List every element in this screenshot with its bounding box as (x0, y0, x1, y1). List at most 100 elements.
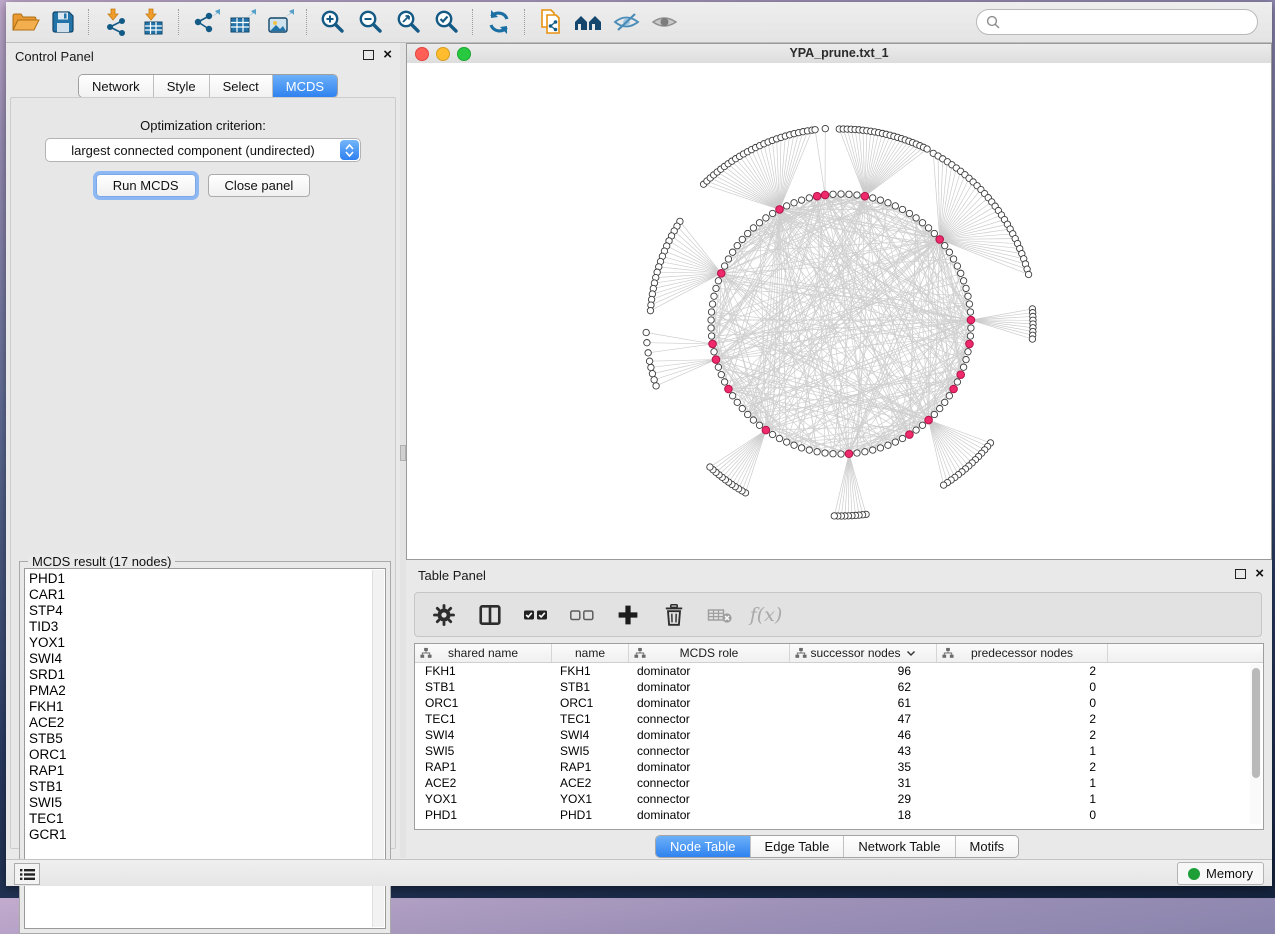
graph-node[interactable] (756, 220, 762, 226)
graph-node[interactable] (707, 464, 713, 470)
settings-gear-icon[interactable] (431, 602, 457, 628)
table-cell[interactable]: 2 (937, 760, 1108, 774)
duplicate-network-icon[interactable] (534, 6, 568, 38)
graph-node[interactable] (806, 447, 812, 453)
graph-node[interactable] (963, 356, 969, 362)
table-cell[interactable]: dominator (629, 728, 790, 742)
graph-node[interactable] (715, 278, 721, 284)
graph-node[interactable] (750, 225, 756, 231)
task-history-button[interactable] (14, 863, 40, 885)
refresh-layout-icon[interactable] (482, 6, 516, 38)
mcds-result-item[interactable]: SRD1 (29, 667, 385, 683)
graph-node[interactable] (892, 203, 898, 209)
graph-node[interactable] (968, 325, 974, 331)
graph-hub-node[interactable] (813, 192, 821, 200)
graph-node[interactable] (854, 192, 860, 198)
graph-node[interactable] (967, 333, 973, 339)
graph-node[interactable] (830, 191, 836, 197)
zoom-fit-icon[interactable] (392, 6, 426, 38)
graph-node[interactable] (739, 405, 745, 411)
sort-descending-icon[interactable] (906, 650, 916, 657)
graph-node[interactable] (854, 450, 860, 456)
table-cell[interactable]: 29 (790, 792, 937, 806)
graph-node[interactable] (838, 191, 844, 197)
graph-node[interactable] (643, 329, 649, 335)
graph-node[interactable] (954, 379, 960, 385)
first-neighbors-icon[interactable] (572, 6, 606, 38)
table-cell[interactable]: connector (629, 744, 790, 758)
table-row[interactable]: PHD1PHD1dominator180 (415, 807, 1263, 823)
graph-node[interactable] (729, 249, 735, 255)
table-cell[interactable]: 47 (790, 712, 937, 726)
table-cell[interactable]: connector (629, 792, 790, 806)
graph-node[interactable] (756, 422, 762, 428)
graph-node[interactable] (846, 191, 852, 197)
table-cell[interactable]: connector (629, 712, 790, 726)
table-cell[interactable]: STB1 (552, 680, 629, 694)
table-scrollbar[interactable] (1250, 664, 1261, 824)
graph-node[interactable] (877, 445, 883, 451)
table-cell[interactable]: FKH1 (552, 664, 629, 678)
table-cell[interactable]: 35 (790, 760, 937, 774)
graph-node[interactable] (966, 301, 972, 307)
graph-node[interactable] (942, 399, 948, 405)
graph-node[interactable] (721, 263, 727, 269)
table-cell[interactable]: 0 (937, 680, 1108, 694)
mcds-result-item[interactable]: GCR1 (29, 827, 385, 843)
table-cell[interactable]: PHD1 (552, 808, 629, 822)
table-cell[interactable]: 2 (937, 712, 1108, 726)
graph-node[interactable] (744, 411, 750, 417)
graph-hub-node[interactable] (861, 192, 869, 200)
graph-node[interactable] (950, 256, 956, 262)
table-cell[interactable]: SWI5 (415, 744, 552, 758)
graph-node[interactable] (651, 377, 657, 383)
graph-node[interactable] (713, 285, 719, 291)
zoom-in-icon[interactable] (316, 6, 350, 38)
table-cell[interactable]: 1 (937, 792, 1108, 806)
graph-node[interactable] (924, 146, 930, 152)
graph-node[interactable] (708, 325, 714, 331)
tab-motifs[interactable]: Motifs (956, 836, 1019, 857)
mcds-result-item[interactable]: TEC1 (29, 811, 385, 827)
graph-node[interactable] (769, 431, 775, 437)
graph-hub-node[interactable] (712, 356, 720, 364)
graph-node[interactable] (963, 285, 969, 291)
mcds-result-item[interactable]: PMA2 (29, 683, 385, 699)
mcds-result-item[interactable]: SWI5 (29, 795, 385, 811)
float-panel-icon[interactable] (363, 50, 374, 60)
table-cell[interactable]: ORC1 (415, 696, 552, 710)
graph-node[interactable] (649, 370, 655, 376)
run-mcds-button[interactable]: Run MCDS (96, 174, 196, 197)
table-cell[interactable]: dominator (629, 696, 790, 710)
delete-column-icon[interactable] (661, 602, 687, 628)
table-row[interactable]: ACE2ACE2connector311 (415, 775, 1263, 791)
graph-node[interactable] (925, 225, 931, 231)
table-cell[interactable]: SWI4 (415, 728, 552, 742)
graph-hub-node[interactable] (717, 270, 725, 278)
graph-hub-node[interactable] (957, 371, 965, 379)
graph-node[interactable] (831, 513, 837, 519)
column-header-shared-name[interactable]: shared name (415, 644, 552, 662)
graph-node[interactable] (885, 200, 891, 206)
show-all-icon[interactable] (648, 6, 682, 38)
select-all-columns-icon[interactable] (523, 602, 549, 628)
column-header-successor-nodes[interactable]: successor nodes (790, 644, 937, 662)
mcds-result-item[interactable]: YOX1 (29, 635, 385, 651)
table-row[interactable]: RAP1RAP1dominator352 (415, 759, 1263, 775)
table-cell[interactable]: 61 (790, 696, 937, 710)
graph-hub-node[interactable] (906, 431, 914, 439)
table-cell[interactable]: 62 (790, 680, 937, 694)
graph-node[interactable] (1029, 336, 1035, 342)
graph-node[interactable] (791, 442, 797, 448)
table-cell[interactable]: TEC1 (552, 712, 629, 726)
import-table-icon[interactable] (136, 6, 170, 38)
table-cell[interactable]: 43 (790, 744, 937, 758)
graph-hub-node[interactable] (776, 206, 784, 214)
graph-node[interactable] (708, 309, 714, 315)
tab-style[interactable]: Style (154, 75, 210, 97)
table-cell[interactable]: TEC1 (415, 712, 552, 726)
mcds-result-item[interactable]: TID3 (29, 619, 385, 635)
graph-hub-node[interactable] (966, 340, 974, 348)
table-row[interactable]: SWI5SWI5connector431 (415, 743, 1263, 759)
graph-node[interactable] (645, 350, 651, 356)
